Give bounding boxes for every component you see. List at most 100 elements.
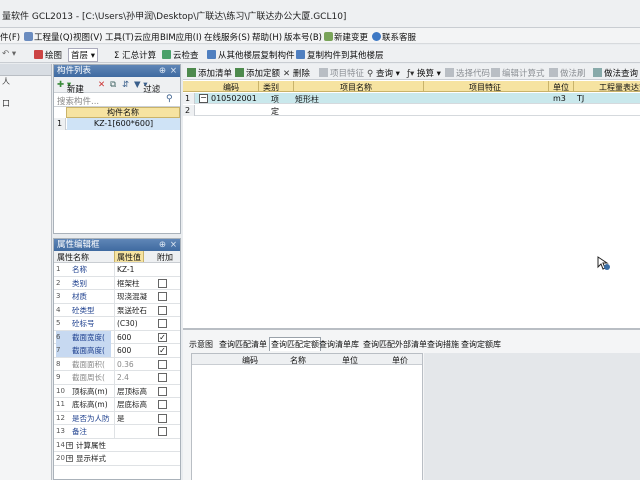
property-value[interactable]: 层底标高: [114, 398, 154, 411]
bill-row[interactable]: 2 定: [183, 105, 640, 116]
menu-quantity[interactable]: 工程量(Q): [24, 31, 73, 43]
menu-support[interactable]: 联系客服: [372, 31, 416, 43]
tree-item[interactable]: 口: [0, 98, 51, 109]
property-value[interactable]: 600: [114, 330, 154, 344]
property-extra-checkbox[interactable]: [158, 373, 167, 382]
property-row[interactable]: 1 名称 KZ-1: [54, 263, 180, 277]
filter-button[interactable]: ▼ 过滤 ▾: [134, 80, 160, 95]
property-value[interactable]: 0.36: [114, 357, 154, 371]
tab-external-list[interactable]: 查询匹配外部清单: [363, 339, 427, 350]
property-row[interactable]: 10 顶标高(m) 层顶标高: [54, 384, 180, 398]
menu-file[interactable]: 件(F): [0, 31, 20, 43]
close-icon[interactable]: ×: [170, 65, 177, 77]
component-row[interactable]: 1 KZ-1[600*600]: [54, 118, 180, 130]
layer-copy-icon[interactable]: ⇵: [122, 80, 129, 90]
tab-diagram[interactable]: 示意图: [189, 339, 213, 350]
query-button[interactable]: ⚲ 查询 ▾: [367, 67, 400, 79]
item-feature-button[interactable]: 项目特征: [319, 67, 364, 79]
expand-icon[interactable]: +: [66, 441, 73, 449]
property-value[interactable]: 2.4: [114, 371, 154, 384]
menu-tools[interactable]: 工具(T): [105, 31, 134, 43]
copy-to-floor-button[interactable]: 复制构件到其他楼层: [296, 49, 384, 61]
draw-label: 绘图: [45, 51, 63, 61]
add-list-button[interactable]: 添加清单: [187, 67, 232, 79]
property-value[interactable]: 框架柱: [114, 276, 154, 290]
tab-match-list[interactable]: 查询匹配清单: [219, 339, 267, 350]
menu-cloud[interactable]: 云应用: [134, 31, 160, 43]
convert-button[interactable]: ƒ▾ 换算 ▾: [407, 67, 441, 79]
copy-from-floor-button[interactable]: 从其他楼层复制构件: [207, 49, 295, 61]
property-extra-checkbox[interactable]: [158, 305, 167, 315]
property-extra-checkbox[interactable]: [158, 278, 167, 288]
delete-button[interactable]: ✕ 删除: [283, 67, 310, 79]
property-row[interactable]: 4 砼类型 泵送砼石: [54, 303, 180, 317]
new-component-button[interactable]: ✚ 新建 ▾: [57, 80, 84, 95]
property-row[interactable]: 3 材质 现浇混凝: [54, 290, 180, 304]
property-value[interactable]: 600: [114, 344, 154, 357]
collapse-icon[interactable]: −: [199, 94, 208, 103]
edit-formula-button[interactable]: 编辑计算式: [491, 67, 545, 79]
property-row[interactable]: 6 截面宽度(600 ✓: [54, 330, 180, 344]
property-extra-checkbox[interactable]: [158, 292, 167, 301]
tab-list-library[interactable]: 查询清单库: [319, 339, 359, 350]
property-row[interactable]: 9 截面周长(2.4: [54, 371, 180, 385]
property-name: 13 备注: [56, 425, 111, 438]
property-value[interactable]: 现浇混凝: [114, 290, 154, 303]
property-extra-checkbox[interactable]: [158, 427, 167, 436]
property-extra-checkbox[interactable]: [158, 359, 167, 369]
property-name: 2 类别: [56, 277, 111, 290]
menu-help[interactable]: 帮助(H): [252, 31, 282, 43]
undo-icon[interactable]: ↶ ▾: [2, 49, 16, 59]
property-extra-checkbox[interactable]: [158, 386, 167, 396]
property-value[interactable]: 层顶标高: [114, 384, 154, 398]
property-extra-checkbox[interactable]: ✓: [158, 346, 167, 355]
menu-version[interactable]: 版本号(B): [284, 31, 322, 43]
property-extra-checkbox[interactable]: [158, 413, 167, 423]
menu-new-change[interactable]: 新建变更: [324, 31, 368, 43]
cloud-check-button[interactable]: 云检查: [162, 49, 199, 61]
draw-button[interactable]: 绘图: [34, 49, 62, 61]
property-row[interactable]: 11 底标高(m) 层底标高: [54, 398, 180, 412]
property-row[interactable]: 2 类别 框架柱: [54, 276, 180, 290]
menu-bim[interactable]: BIM应用(I): [160, 31, 202, 43]
tab-quota-library[interactable]: 查询定额库: [461, 339, 501, 350]
tree-item[interactable]: 人: [0, 76, 51, 87]
property-value[interactable]: [114, 425, 154, 438]
property-value[interactable]: 是: [114, 411, 154, 425]
do-method-button[interactable]: 做法刷: [549, 67, 586, 79]
property-name-label: 顶标高(m): [72, 386, 108, 396]
pin-icon[interactable]: ⊕: [159, 65, 166, 77]
property-value[interactable]: 泵送砼石: [114, 303, 154, 317]
copy-component-icon[interactable]: ⧉: [110, 80, 116, 90]
pin-icon[interactable]: ⊕: [159, 239, 166, 251]
method-query-button[interactable]: 做法查询: [593, 67, 638, 79]
menu-online[interactable]: 在线服务(S): [204, 31, 250, 43]
property-extra-checkbox[interactable]: [158, 400, 167, 409]
expand-icon[interactable]: +: [66, 455, 73, 462]
property-extra-checkbox[interactable]: ✓: [158, 332, 167, 342]
property-row[interactable]: 20 + 显示样式: [54, 452, 180, 466]
close-icon[interactable]: ×: [170, 239, 177, 251]
property-row[interactable]: 5 砼标号 (C30): [54, 317, 180, 331]
add-quota-button[interactable]: 添加定额: [235, 67, 280, 79]
bill-row[interactable]: 1 − 010502001 项 矩形柱 m3 TJ: [183, 93, 640, 104]
property-row[interactable]: 12 是否为人防是: [54, 411, 180, 425]
property-row[interactable]: 7 截面高度(600 ✓: [54, 344, 180, 358]
search-icon[interactable]: ⚲: [166, 94, 178, 105]
sum-button[interactable]: Σ 汇总计算: [114, 49, 156, 61]
property-value[interactable]: (C30): [114, 317, 154, 330]
menu-view[interactable]: 视图(V): [73, 31, 102, 43]
tab-measures[interactable]: 查询措施: [427, 339, 459, 350]
property-row-number: 20: [56, 454, 65, 462]
delete-component-icon[interactable]: ✕: [98, 80, 105, 90]
select-code-button[interactable]: 选择代码: [445, 67, 490, 79]
tree-item[interactable]: [0, 87, 51, 98]
property-value[interactable]: KZ-1: [114, 263, 154, 276]
component-search[interactable]: 搜索构件... ⚲: [54, 93, 180, 107]
property-row[interactable]: 14 + 计算属性: [54, 439, 180, 452]
property-row[interactable]: 8 截面面积(0.36: [54, 357, 180, 371]
layer-select[interactable]: 首层 ▾: [68, 48, 98, 62]
tab-match-quota[interactable]: 查询匹配定额: [269, 337, 321, 351]
property-row[interactable]: 13 备注: [54, 425, 180, 439]
property-extra-checkbox[interactable]: [158, 319, 167, 328]
